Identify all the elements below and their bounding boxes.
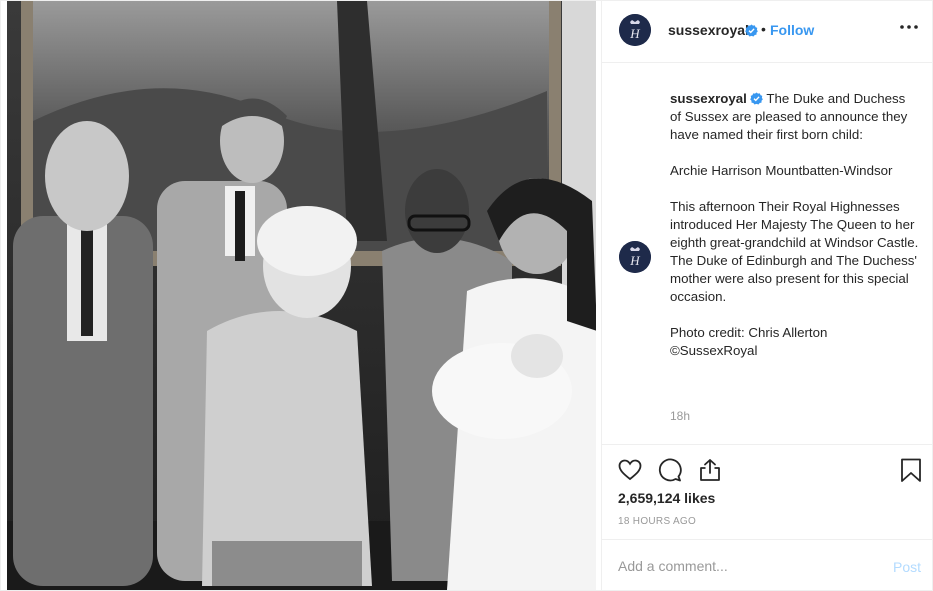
follow-button[interactable]: Follow [770, 22, 814, 38]
caption-body: This afternoon Their Royal Highnesses in… [670, 199, 919, 304]
instagram-post: H sussexroyal • Follow H sussexroyal The… [0, 0, 933, 591]
family-photo-image [7, 1, 596, 590]
svg-text:H: H [629, 26, 640, 41]
comment-input[interactable] [618, 558, 878, 574]
svg-text:H: H [629, 253, 640, 268]
caption-timestamp[interactable]: 18h [670, 409, 690, 423]
share-icon[interactable] [697, 457, 723, 483]
comment-icon[interactable] [657, 457, 683, 483]
heart-icon[interactable] [617, 457, 643, 483]
avatar[interactable]: H [619, 14, 651, 46]
royal-monogram-icon: H [619, 241, 651, 273]
post-photo[interactable] [7, 1, 596, 590]
post-date[interactable]: 18 HOURS AGO [618, 516, 696, 527]
bookmark-icon[interactable] [898, 457, 924, 483]
verified-badge-icon [750, 92, 763, 105]
caption-copyright: ©SussexRoyal [670, 343, 758, 358]
more-options-icon[interactable] [897, 15, 921, 39]
caption-photo-credit: Photo credit: Chris Allerton [670, 325, 828, 340]
caption-area: H sussexroyal The Duke and Duchess of Su… [602, 64, 933, 444]
verified-badge-icon [745, 24, 758, 37]
caption-child-name: Archie Harrison Mountbatten-Windsor [670, 163, 893, 178]
separator-dot: • [761, 21, 766, 37]
caption-username-link[interactable]: sussexroyal [670, 91, 747, 106]
caption-avatar[interactable]: H [619, 241, 651, 273]
comment-box: Post [602, 539, 933, 591]
username-link[interactable]: sussexroyal [668, 22, 749, 38]
post-comment-button[interactable]: Post [893, 559, 921, 575]
post-header: H sussexroyal • Follow [602, 1, 933, 63]
post-caption: sussexroyal The Duke and Duchess of Suss… [670, 90, 920, 360]
like-count[interactable]: 2,659,124 likes [618, 490, 715, 506]
post-actions: 2,659,124 likes 18 HOURS AGO [602, 444, 933, 539]
post-sidebar: H sussexroyal • Follow H sussexroyal The… [601, 1, 933, 591]
royal-monogram-icon: H [619, 14, 651, 46]
